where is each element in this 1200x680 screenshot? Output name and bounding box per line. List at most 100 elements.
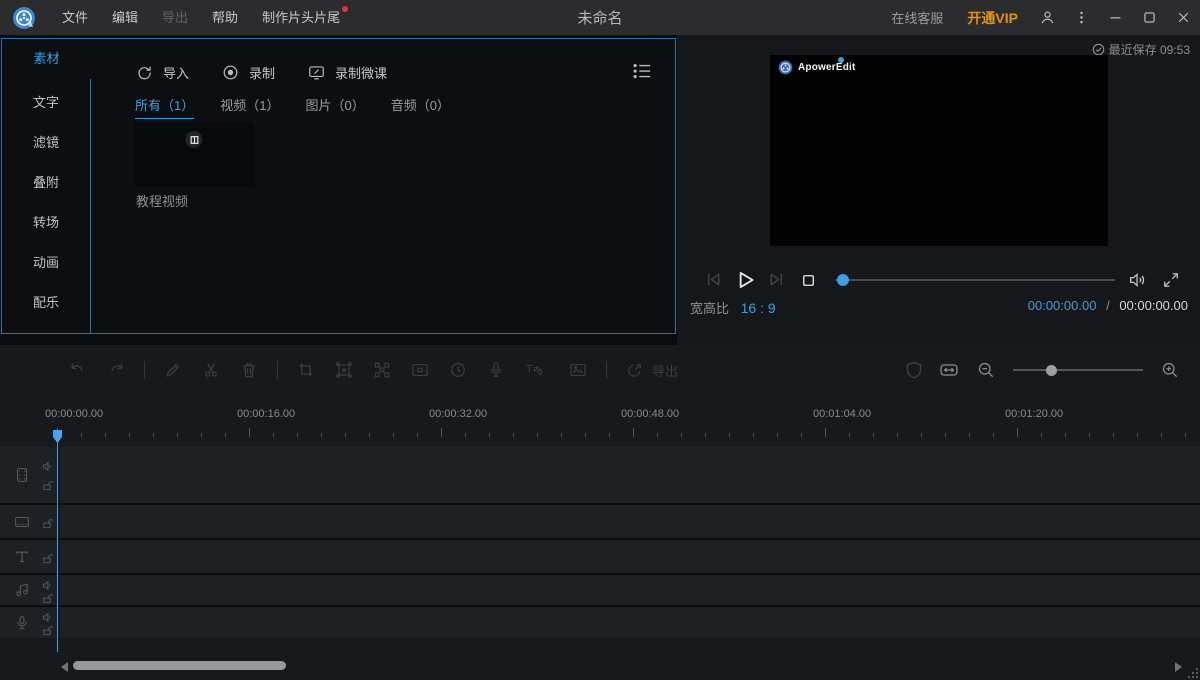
previous-frame-button[interactable] <box>703 269 724 290</box>
voiceover-button[interactable] <box>486 360 506 380</box>
sidebar-item-overlay[interactable]: 叠附 <box>2 163 90 203</box>
ruler-tick <box>345 433 346 437</box>
sidebar-item-transition[interactable]: 转场 <box>2 203 90 243</box>
edit-clip-button[interactable] <box>163 360 183 380</box>
list-view-button[interactable] <box>631 61 653 81</box>
track-video-header <box>0 447 60 503</box>
seek-slider[interactable] <box>835 279 1115 281</box>
stop-icon <box>799 271 818 290</box>
fit-timeline-button[interactable] <box>939 360 959 380</box>
track-voice-lock-toggle[interactable] <box>42 623 53 634</box>
track-pip-lock-toggle[interactable] <box>42 516 53 527</box>
split-button[interactable] <box>201 360 221 380</box>
track-voice[interactable] <box>0 607 1200 638</box>
app-logo-icon <box>12 6 36 30</box>
titlebar: 文件 编辑 导出 帮助 制作片头片尾 未命名 在线客服 开通VIP <box>0 0 1200 35</box>
track-video[interactable] <box>0 447 1200 503</box>
tab-image[interactable]: 图片（0） <box>305 95 364 119</box>
redo-button[interactable] <box>106 360 126 380</box>
aspect-ratio-value[interactable]: 16 : 9 <box>741 300 776 316</box>
stop-button[interactable] <box>799 271 818 290</box>
duration-button[interactable] <box>448 360 468 380</box>
sidebar-item-material[interactable]: 素材 <box>2 39 91 79</box>
scroll-right-arrow[interactable] <box>1175 662 1182 672</box>
ruler-tick <box>681 433 682 437</box>
timeline-ruler[interactable]: 00:00:00.0000:00:16.0000:00:32.0000:00:4… <box>0 395 1200 442</box>
list-view-icon <box>631 61 653 81</box>
tab-video[interactable]: 视频（1） <box>220 95 279 119</box>
zoom-out-button[interactable] <box>976 360 996 380</box>
unlock-icon <box>42 625 53 636</box>
import-button[interactable]: 导入 <box>135 63 189 82</box>
menu-intro-outro[interactable]: 制作片头片尾 <box>250 0 352 35</box>
timeline-zoom-slider[interactable] <box>1013 369 1143 371</box>
vip-upgrade-link[interactable]: 开通VIP <box>955 8 1030 28</box>
menu-file[interactable]: 文件 <box>50 0 100 35</box>
minimize-button[interactable] <box>1098 0 1132 35</box>
pip-button[interactable] <box>410 360 430 380</box>
sidebar-item-filter[interactable]: 滤镜 <box>2 123 90 163</box>
menu-edit[interactable]: 编辑 <box>100 0 150 35</box>
marker-button[interactable] <box>906 361 922 379</box>
menu-help[interactable]: 帮助 <box>200 0 250 35</box>
text-to-speech-icon <box>524 360 544 380</box>
tab-all[interactable]: 所有（1） <box>135 95 194 119</box>
screen-record-icon <box>307 63 326 82</box>
maximize-button[interactable] <box>1132 0 1166 35</box>
delete-button[interactable] <box>239 360 259 380</box>
ruler-tick <box>777 433 778 437</box>
toolbar-divider <box>277 361 278 379</box>
track-text-lock-toggle[interactable] <box>42 551 53 562</box>
tab-audio[interactable]: 音频（0） <box>391 95 450 119</box>
more-menu-button[interactable] <box>1064 0 1098 35</box>
mosaic-button[interactable] <box>372 360 392 380</box>
track-text[interactable] <box>0 540 1200 573</box>
fullscreen-icon <box>1161 270 1181 290</box>
track-video-lock-toggle[interactable] <box>42 478 53 489</box>
horizontal-scrollbar[interactable] <box>73 661 286 670</box>
online-support-link[interactable]: 在线客服 <box>879 8 955 27</box>
sidebar-item-animation[interactable]: 动画 <box>2 243 90 283</box>
seek-handle[interactable] <box>837 274 849 286</box>
record-lesson-button[interactable]: 录制微课 <box>307 63 387 82</box>
zoom-in-button[interactable] <box>1160 360 1180 380</box>
ruler-tick <box>993 433 994 437</box>
ruler-tick <box>81 433 82 437</box>
resize-grip-icon[interactable] <box>1186 666 1199 679</box>
track-music[interactable] <box>0 575 1200 605</box>
menu-export[interactable]: 导出 <box>150 0 200 35</box>
ruler-tick <box>369 433 370 437</box>
snapshot-button[interactable] <box>568 360 588 380</box>
fullscreen-button[interactable] <box>1161 270 1181 290</box>
sidebar-item-music[interactable]: 配乐 <box>2 283 90 323</box>
ruler-label: 00:00:00.00 <box>45 408 103 420</box>
export-button[interactable]: 导出 <box>625 361 678 380</box>
watermark-logo-icon <box>778 60 793 75</box>
record-button[interactable]: 录制 <box>221 63 275 82</box>
track-video-mute-toggle[interactable] <box>42 459 53 470</box>
track-music-lock-toggle[interactable] <box>42 591 53 602</box>
sidebar-item-text[interactable]: 文字 <box>2 83 90 123</box>
zoom-region-button[interactable] <box>334 360 354 380</box>
text-track-icon <box>13 548 31 566</box>
ruler-tick <box>585 433 586 437</box>
media-item-thumbnail[interactable] <box>134 123 254 187</box>
ruler-tick <box>825 428 826 437</box>
ruler-tick <box>609 433 610 437</box>
close-button[interactable] <box>1166 0 1200 35</box>
unlock-icon <box>42 480 53 491</box>
play-button[interactable] <box>732 267 758 293</box>
next-frame-button[interactable] <box>766 269 787 290</box>
track-pip[interactable] <box>0 505 1200 538</box>
timeline-zoom-handle[interactable] <box>1046 365 1057 376</box>
text-to-speech-button[interactable] <box>524 360 550 380</box>
undo-button[interactable] <box>68 360 88 380</box>
track-music-mute-toggle[interactable] <box>42 578 53 589</box>
volume-button[interactable] <box>1127 269 1149 291</box>
track-voice-mute-toggle[interactable] <box>42 610 53 621</box>
previous-frame-icon <box>703 269 724 290</box>
account-button[interactable] <box>1030 0 1064 35</box>
scroll-left-arrow[interactable] <box>61 662 68 672</box>
toolbar-divider <box>606 361 607 379</box>
crop-button[interactable] <box>296 360 316 380</box>
